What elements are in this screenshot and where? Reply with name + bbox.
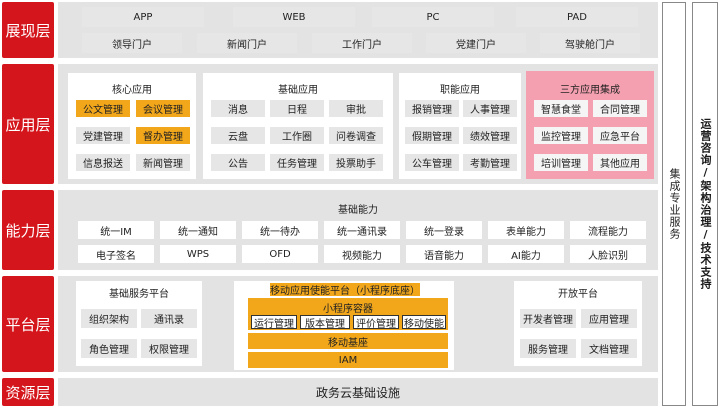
layer-label-capability: 能力层 [2,190,54,270]
capability-chip[interactable]: 统一登录 [406,221,482,239]
capability-chip[interactable]: 电子签名 [78,245,154,263]
capability-title: 基础能力 [338,205,378,216]
functional-app-chip[interactable]: 公车管理 [405,154,459,171]
open-platform-chip[interactable]: 文档管理 [581,339,637,358]
functional-app-chip[interactable]: 假期管理 [405,127,459,144]
functional-app-chip[interactable]: 考勤管理 [463,154,517,171]
portal-chip[interactable]: 新闻门户 [197,33,297,53]
capability-chip[interactable]: 视频能力 [324,245,400,263]
layer-label-presentation: 展现层 [2,2,54,58]
channel-chip[interactable]: PAD [516,7,638,27]
basic-app-chip[interactable]: 云盘 [211,127,265,144]
capability-chip[interactable]: WPS [160,245,236,263]
thirdparty-app-chip[interactable]: 培训管理 [534,154,588,171]
integration-services-box: 集成专业服务 [662,2,686,406]
core-app-chip[interactable]: 党建管理 [76,127,130,144]
basic-app-chip[interactable]: 任务管理 [270,154,324,171]
channel-chip[interactable]: APP [82,7,204,27]
integration-services-label: 集成专业服务 [668,168,681,240]
open-platform-chip[interactable]: 服务管理 [520,339,576,358]
operations-support-label: 运营咨询/架构治理/技术支持 [699,118,712,290]
basic-apps-title: 基础应用 [278,85,318,96]
functional-app-chip[interactable]: 报销管理 [405,100,459,117]
thirdparty-app-chip[interactable]: 应急平台 [593,127,647,144]
basic-app-chip[interactable]: 消息 [211,100,265,117]
basic-app-chip[interactable]: 日程 [270,100,324,117]
capability-chip[interactable]: 统一通讯录 [324,221,400,239]
portal-chip[interactable]: 工作门户 [312,33,412,53]
basic-app-chip[interactable]: 审批 [329,100,383,117]
functional-apps-title: 职能应用 [440,85,480,96]
basic-service-chip[interactable]: 权限管理 [141,339,197,358]
basic-app-chip[interactable]: 工作圈 [270,127,324,144]
thirdparty-app-chip[interactable]: 其他应用 [593,154,647,171]
basic-service-title: 基础服务平台 [109,289,169,300]
container-chip[interactable]: 评价管理 [353,315,399,330]
capability-chip[interactable]: 统一待办 [242,221,318,239]
open-platform-chip[interactable]: 开发者管理 [520,309,576,328]
core-app-chip[interactable]: 督办管理 [136,127,190,144]
thirdparty-app-chip[interactable]: 智慧食堂 [534,100,588,117]
thirdparty-app-chip[interactable]: 合同管理 [593,100,647,117]
capability-chip[interactable]: 人脸识别 [570,245,646,263]
capability-chip[interactable]: 表单能力 [488,221,564,239]
mobile-base-bar: 移动基座 [248,333,448,349]
container-chip[interactable]: 运行管理 [251,315,297,330]
layer-label-application: 应用层 [2,64,54,184]
portal-chip[interactable]: 领导门户 [82,33,182,53]
capability-chip[interactable]: OFD [242,245,318,263]
functional-app-chip[interactable]: 绩效管理 [463,127,517,144]
container-chip[interactable]: 移动使能 [402,315,446,330]
core-app-chip[interactable]: 新闻管理 [136,154,190,171]
basic-service-chip[interactable]: 角色管理 [81,339,137,358]
functional-app-chip[interactable]: 人事管理 [463,100,517,117]
channel-chip[interactable]: PC [372,7,494,27]
resource-layer: 政务云基础设施 [58,378,658,406]
core-app-chip[interactable]: 会议管理 [136,100,190,117]
open-platform-title: 开放平台 [558,289,598,300]
capability-chip[interactable]: 统一IM [78,221,154,239]
thirdparty-app-chip[interactable]: 监控管理 [534,127,588,144]
iam-bar: IAM [248,352,448,368]
open-platform-chip[interactable]: 应用管理 [581,309,637,328]
basic-app-chip[interactable]: 公告 [211,154,265,171]
capability-chip[interactable]: 流程能力 [570,221,646,239]
mobile-platform-title: 移动应用使能平台（小程序底座） [270,283,420,297]
layer-label-resource: 资源层 [2,378,54,406]
portal-chip[interactable]: 驾驶舱门户 [540,33,640,53]
layer-label-platform: 平台层 [2,276,54,372]
container-chip[interactable]: 版本管理 [300,315,350,330]
basic-app-chip[interactable]: 投票助手 [329,154,383,171]
operations-support-box: 运营咨询/架构治理/技术支持 [692,2,718,406]
channel-chip[interactable]: WEB [233,7,355,27]
core-app-chip[interactable]: 公文管理 [76,100,130,117]
basic-service-chip[interactable]: 组织架构 [81,309,137,328]
basic-service-chip[interactable]: 通讯录 [141,309,197,328]
capability-chip[interactable]: 统一通知 [160,221,236,239]
capability-chip[interactable]: 语音能力 [406,245,482,263]
basic-app-chip[interactable]: 问卷调查 [329,127,383,144]
thirdparty-apps-title: 三方应用集成 [560,85,620,96]
core-apps-title: 核心应用 [112,85,152,96]
capability-chip[interactable]: AI能力 [488,245,564,263]
core-app-chip[interactable]: 信息报送 [76,154,130,171]
portal-chip[interactable]: 党建门户 [426,33,526,53]
